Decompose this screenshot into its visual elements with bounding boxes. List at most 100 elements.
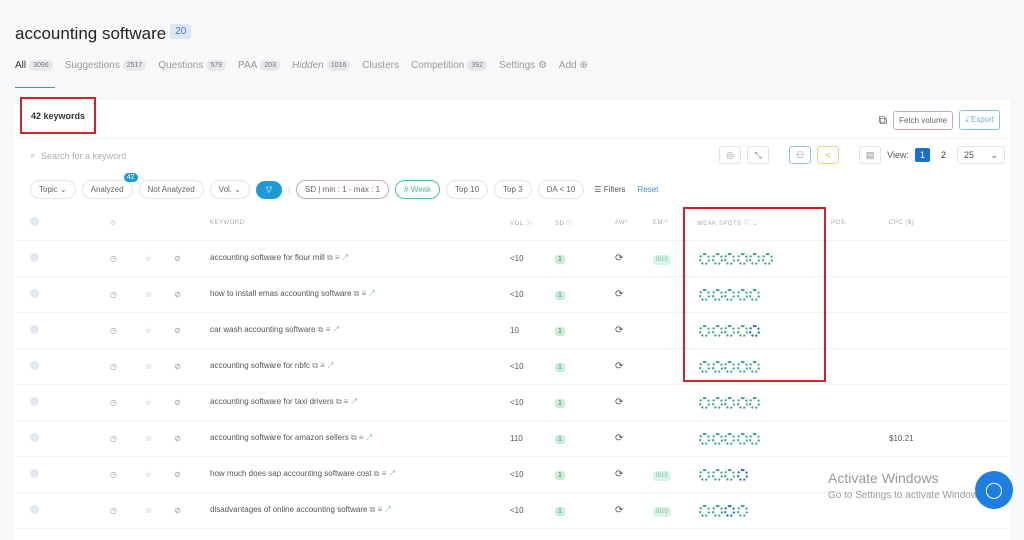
view-2[interactable]: 2 [936,148,951,162]
keyword-text[interactable]: accounting software for flour mill [210,253,325,262]
star-icon[interactable]: ☆ [145,254,152,263]
row-checkbox[interactable] [30,468,39,478]
list-icon[interactable]: ≡ [382,469,387,478]
col-keyword[interactable]: KEYWORD [210,206,510,241]
funnel-icon[interactable]: ▽ [255,180,282,199]
col-pos[interactable]: POS. [831,206,889,241]
external-link-icon[interactable]: ↗ [332,325,338,334]
star-icon[interactable]: ☆ [145,290,152,299]
list-icon[interactable]: ≡ [326,325,331,334]
tab-competition[interactable]: Competition 392 [411,60,488,71]
hide-icon[interactable]: ⊘ [174,434,181,443]
copy-icon[interactable]: ⧉ [370,505,376,514]
row-checkbox[interactable] [30,324,39,334]
tab-clusters[interactable]: Clusters [362,60,399,71]
reset-link[interactable]: Reset [637,185,658,194]
view-1[interactable]: 1 [914,148,930,162]
weak-filter[interactable]: # Weak [395,180,440,199]
share-icon[interactable]: < [817,146,840,164]
row-checkbox[interactable] [30,432,39,442]
analyzed-filter[interactable]: Analyzed 42 [81,173,138,199]
star-icon[interactable]: ☆ [145,470,152,479]
filters-button[interactable]: ☰ Filters [594,185,625,194]
hide-icon[interactable]: ⊘ [174,398,181,407]
refresh-icon[interactable]: ⟳ [615,276,653,313]
list-icon[interactable]: ≡ [320,361,325,370]
copy-icon[interactable]: ⧉ [312,361,318,370]
per-page-select[interactable]: 25 ⌄ [957,146,1005,164]
col-w[interactable]: #W³ [615,206,653,241]
external-link-icon[interactable]: ↗ [327,361,333,370]
chat-button[interactable]: ◯ [975,471,1013,509]
collapse-icon[interactable]: ⤡ [747,146,770,164]
list-icon[interactable]: ≡ [378,505,383,514]
translate-icon[interactable]: ⧉ [879,113,888,128]
fetch-volume-button[interactable]: Fetch volume [893,110,954,130]
history-icon[interactable]: ◷ [110,348,145,385]
list-icon[interactable]: ≡ [362,289,367,298]
history-icon[interactable]: ◷ [110,456,145,493]
refresh-icon[interactable]: ⟳ [615,312,653,349]
history-icon[interactable]: ◷ [110,240,145,277]
external-link-icon[interactable]: ↗ [366,433,372,442]
history-icon[interactable]: ◷ [110,384,145,421]
external-link-icon[interactable]: ↗ [389,469,395,478]
refresh-icon[interactable]: ⟳ [615,492,653,529]
tab-paa[interactable]: PAA 203 [238,60,281,71]
history-icon[interactable]: ◷ [110,420,145,457]
row-checkbox[interactable] [30,504,39,514]
history-icon[interactable]: ◷ [110,492,145,529]
external-link-icon[interactable]: ↗ [342,253,348,262]
copy-icon[interactable]: ⧉ [374,469,380,478]
col-sd[interactable]: SD ⓘ [555,206,615,241]
row-checkbox[interactable] [30,396,39,406]
table-view-icon[interactable]: ▤ [859,146,882,164]
refresh-icon[interactable]: ⟳ [615,420,653,457]
sd-filter[interactable]: SD | min : 1 - max : 1 [296,180,390,199]
hide-icon[interactable]: ⊘ [174,362,181,371]
copy-icon[interactable]: ⧉ [351,433,357,442]
hide-icon[interactable]: ⊘ [174,290,181,299]
refresh-icon[interactable]: ⟳ [615,348,653,385]
external-link-icon[interactable]: ↗ [351,397,357,406]
external-link-icon[interactable]: ↗ [369,289,375,298]
top10-filter[interactable]: Top 10 [446,180,489,199]
col-cpc[interactable]: CPC ($) [889,206,1010,241]
star-icon[interactable]: ☆ [145,434,152,443]
not-analyzed-filter[interactable]: Not Analyzed [138,180,204,199]
keyword-text[interactable]: accounting software for taxi drivers [210,397,334,406]
hide-icon[interactable]: ⊘ [174,470,181,479]
tab-settings[interactable]: Settings ⚙ [499,60,547,71]
col-vol[interactable]: VOL.ⓘ [510,206,555,241]
tab-questions[interactable]: Questions 579 [158,60,227,71]
export-button[interactable]: ⤓ Export [959,110,1000,130]
refresh-icon[interactable]: ⟳ [615,384,653,421]
keyword-text[interactable]: how much does sap accounting software co… [210,469,371,478]
da-filter[interactable]: DA < 10 [537,180,585,199]
copy-icon[interactable]: ⧉ [327,253,333,262]
hide-icon[interactable]: ⊘ [174,254,181,263]
star-icon[interactable]: ☆ [145,506,152,515]
history-icon[interactable]: ◷ [110,276,145,313]
keyword-text[interactable]: accounting software for amazon sellers [210,433,349,442]
search-input[interactable]: ⌕ Search for a keyword [30,150,126,161]
tab-add[interactable]: Add ⊕ [559,60,588,71]
users-icon[interactable]: ⚇ [789,146,812,164]
history-icon[interactable]: ◷ [110,312,145,349]
keyword-text[interactable]: car wash accounting software [210,325,315,334]
select-all-checkbox[interactable] [30,217,39,227]
tab-hidden[interactable]: Hidden 1016 [292,60,351,71]
row-checkbox[interactable] [30,252,39,262]
copy-icon[interactable]: ⧉ [354,289,360,298]
topic-filter[interactable]: Topic ⌄ [30,180,76,199]
star-icon[interactable]: ☆ [145,398,152,407]
list-icon[interactable]: ≡ [359,433,364,442]
col-weak-spots[interactable]: WEAK SPOTS ⓘ ⌄ [693,206,831,241]
col-em[interactable]: EM¹⁰ [653,206,693,241]
hide-icon[interactable]: ⊘ [174,326,181,335]
list-icon[interactable]: ≡ [335,253,340,262]
refresh-icon[interactable]: ⟳ [615,456,653,493]
keyword-text[interactable]: disadvantages of online accounting softw… [210,505,367,514]
tab-suggestions[interactable]: Suggestions 2517 [65,60,147,71]
top3-filter[interactable]: Top 3 [494,180,532,199]
